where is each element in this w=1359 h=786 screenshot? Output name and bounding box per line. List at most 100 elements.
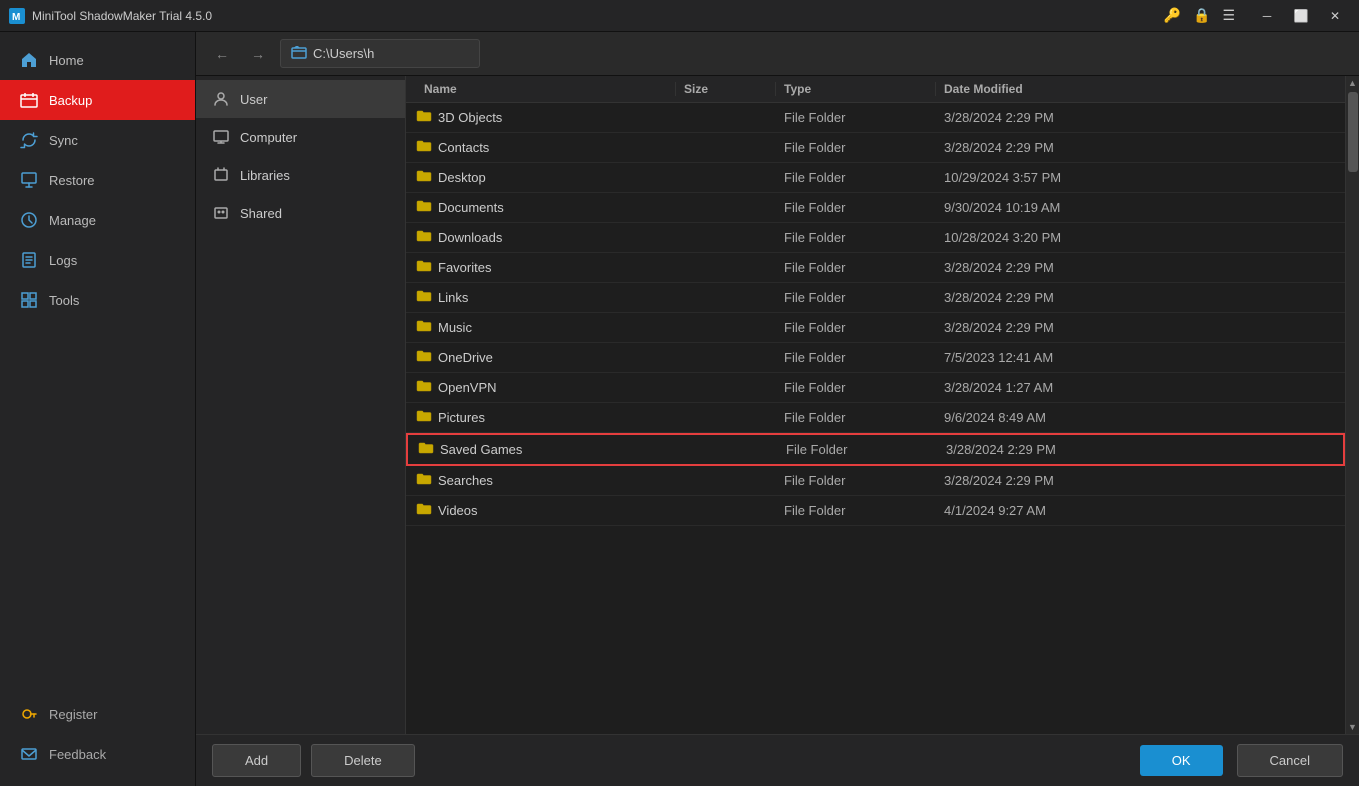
folder-icon [416,379,432,396]
forward-button[interactable]: → [244,40,272,68]
tree-panel: User Computer Libraries [196,76,406,734]
sidebar-label-home: Home [49,53,84,68]
tree-item-shared[interactable]: Shared [196,194,405,232]
folder-icon [416,229,432,246]
key-icon [19,704,39,724]
libraries-icon [212,166,230,184]
file-type: File Folder [776,230,936,245]
sidebar-bottom: Register Feedback [0,694,195,786]
file-type: File Folder [776,380,936,395]
folder-icon [418,441,434,458]
file-name: Searches [416,472,676,489]
sync-icon [19,130,39,150]
file-date: 9/30/2024 10:19 AM [936,200,1136,215]
content-area: User Computer Libraries [196,76,1359,734]
file-type: File Folder [776,260,936,275]
file-row[interactable]: 3D Objects File Folder 3/28/2024 2:29 PM [406,103,1345,133]
sidebar: Home Backup Sync Restore Manage [0,32,196,786]
file-name: OpenVPN [416,379,676,396]
logs-icon [19,250,39,270]
column-header-date: Date Modified [936,82,1345,96]
folder-icon [416,109,432,126]
ok-button[interactable]: OK [1140,745,1223,776]
file-row[interactable]: Downloads File Folder 10/28/2024 3:20 PM [406,223,1345,253]
file-row[interactable]: Contacts File Folder 3/28/2024 2:29 PM [406,133,1345,163]
file-name: Desktop [416,169,676,186]
file-name: 3D Objects [416,109,676,126]
cancel-button[interactable]: Cancel [1237,744,1343,777]
file-date: 3/28/2024 2:29 PM [936,110,1136,125]
add-button[interactable]: Add [212,744,301,777]
svg-text:M: M [12,12,20,23]
file-name: OneDrive [416,349,676,366]
back-button[interactable]: ← [208,40,236,68]
sidebar-item-sync[interactable]: Sync [0,120,195,160]
file-row[interactable]: Pictures File Folder 9/6/2024 8:49 AM [406,403,1345,433]
file-name: Documents [416,199,676,216]
sidebar-item-feedback[interactable]: Feedback [0,734,195,774]
file-name: Pictures [416,409,676,426]
sidebar-label-feedback: Feedback [49,747,106,762]
file-row[interactable]: Documents File Folder 9/30/2024 10:19 AM [406,193,1345,223]
path-text: C:\Users\h [313,46,374,61]
mail-icon [19,744,39,764]
scroll-down[interactable]: ▼ [1346,720,1359,734]
file-row[interactable]: OneDrive File Folder 7/5/2023 12:41 AM [406,343,1345,373]
file-row[interactable]: OpenVPN File Folder 3/28/2024 1:27 AM [406,373,1345,403]
scrollbar[interactable]: ▲ ▼ [1345,76,1359,734]
scroll-up[interactable]: ▲ [1346,76,1359,90]
bottom-bar: Add Delete OK Cancel [196,734,1359,786]
close-button[interactable]: ✕ [1319,2,1351,30]
sidebar-item-manage[interactable]: Manage [0,200,195,240]
sidebar-item-restore[interactable]: Restore [0,160,195,200]
folder-icon [416,409,432,426]
tree-item-libraries[interactable]: Libraries [196,156,405,194]
file-row[interactable]: Links File Folder 3/28/2024 2:29 PM [406,283,1345,313]
file-name: Links [416,289,676,306]
sidebar-label-tools: Tools [49,293,79,308]
file-type: File Folder [776,350,936,365]
shared-icon [212,204,230,222]
minimize-button[interactable]: ─ [1251,2,1283,30]
file-row[interactable]: Saved Games File Folder 3/28/2024 2:29 P… [406,433,1345,466]
file-date: 3/28/2024 1:27 AM [936,380,1136,395]
file-row[interactable]: Desktop File Folder 10/29/2024 3:57 PM [406,163,1345,193]
sidebar-item-backup[interactable]: Backup [0,80,195,120]
file-row[interactable]: Searches File Folder 3/28/2024 2:29 PM [406,466,1345,496]
lock-icon[interactable]: 🔒 [1193,7,1210,24]
toolbar: ← → C:\Users\h [196,32,1359,76]
user-icon [212,90,230,108]
scroll-thumb[interactable] [1348,92,1358,172]
file-type: File Folder [776,503,936,518]
file-type: File Folder [776,170,936,185]
menu-icon[interactable]: ☰ [1222,7,1235,24]
file-type: File Folder [776,200,936,215]
file-row[interactable]: Videos File Folder 4/1/2024 9:27 AM [406,496,1345,526]
sidebar-item-logs[interactable]: Logs [0,240,195,280]
file-date: 10/29/2024 3:57 PM [936,170,1136,185]
tree-item-user[interactable]: User [196,80,405,118]
tree-item-computer[interactable]: Computer [196,118,405,156]
restore-icon [19,170,39,190]
file-type: File Folder [776,473,936,488]
file-type: File Folder [776,110,936,125]
file-list-body: 3D Objects File Folder 3/28/2024 2:29 PM… [406,103,1345,734]
sidebar-item-tools[interactable]: Tools [0,280,195,320]
file-date: 7/5/2023 12:41 AM [936,350,1136,365]
column-header-name: Name [416,82,676,96]
folder-icon [416,472,432,489]
file-name: Favorites [416,259,676,276]
path-icon [291,44,307,63]
manage-icon [19,210,39,230]
file-row[interactable]: Favorites File Folder 3/28/2024 2:29 PM [406,253,1345,283]
file-type: File Folder [778,442,938,457]
delete-button[interactable]: Delete [311,744,415,777]
sidebar-item-register[interactable]: Register [0,694,195,734]
sidebar-item-home[interactable]: Home [0,40,195,80]
file-row[interactable]: Music File Folder 3/28/2024 2:29 PM [406,313,1345,343]
pin-icon[interactable]: 🔑 [1164,7,1181,24]
sidebar-label-sync: Sync [49,133,78,148]
folder-icon [416,259,432,276]
maximize-button[interactable]: ⬜ [1285,2,1317,30]
folder-icon [416,319,432,336]
